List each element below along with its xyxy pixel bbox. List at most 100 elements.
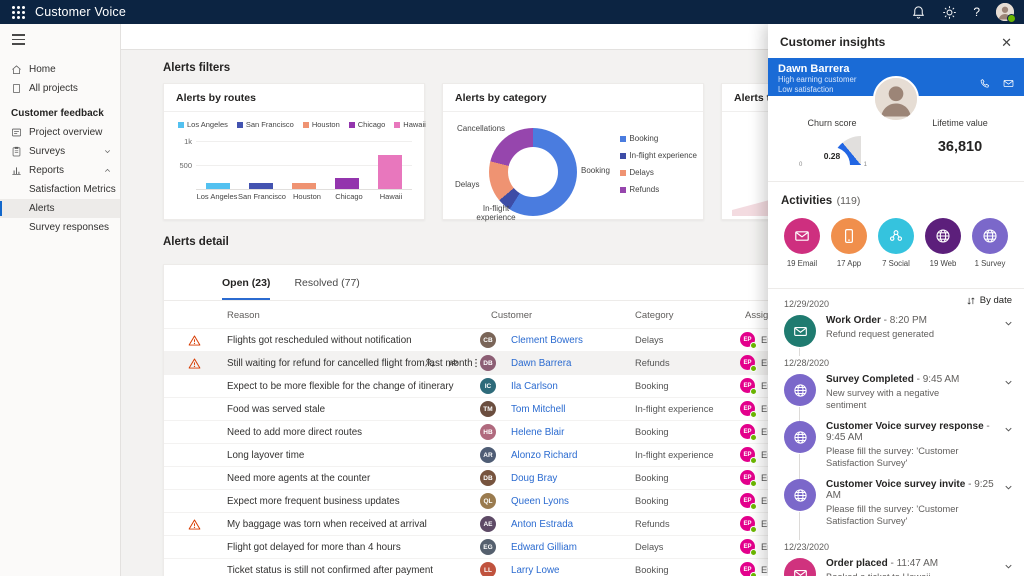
share-icon[interactable] bbox=[447, 357, 459, 369]
category-cell: In-flight experience bbox=[635, 450, 714, 460]
close-icon[interactable]: ✕ bbox=[1001, 36, 1012, 49]
customer-avatar: IC bbox=[480, 378, 496, 394]
customer-name-link[interactable]: Dawn Barrera bbox=[511, 358, 571, 369]
sidebar-item-alerts[interactable]: Alerts bbox=[0, 199, 120, 218]
bar-chart-legend: Los AngelesSan FranciscoHoustonChicagoHa… bbox=[164, 112, 424, 129]
chevron-down-icon[interactable] bbox=[1003, 318, 1014, 329]
tab-open-23-[interactable]: Open (23) bbox=[222, 277, 270, 300]
timeline-entry[interactable]: Customer Voice survey invite - 9:25 AM P… bbox=[768, 478, 1024, 536]
user-avatar[interactable] bbox=[996, 3, 1014, 21]
activity-19-email[interactable]: 19 Email bbox=[781, 218, 823, 268]
sidebar-item-label: Project overview bbox=[29, 127, 102, 138]
reason-cell: Flights got rescheduled without notifica… bbox=[227, 335, 412, 346]
reason-cell: Need to add more direct routes bbox=[227, 427, 362, 438]
help-icon[interactable]: ? bbox=[973, 5, 980, 19]
activity-17-app[interactable]: 17 App bbox=[828, 218, 870, 268]
app-launcher-waffle-icon[interactable] bbox=[12, 6, 25, 19]
hamburger-menu-icon[interactable] bbox=[0, 24, 120, 60]
sidebar-item-reports[interactable]: Reports bbox=[0, 161, 120, 180]
legend-item: Hawaii bbox=[394, 120, 426, 129]
customer-name-link[interactable]: Clement Bowers bbox=[511, 335, 583, 346]
timeline-entry-title: Order placed - 11:47 AM bbox=[826, 558, 1000, 569]
tab-resolved-77-[interactable]: Resolved (77) bbox=[294, 277, 359, 300]
sidebar-section-label: Customer feedback bbox=[0, 98, 120, 123]
email-envelope-icon[interactable] bbox=[1003, 78, 1014, 89]
customer-name-link[interactable]: Queen Lyons bbox=[511, 496, 569, 507]
customer-name-link[interactable]: Ila Carlson bbox=[511, 381, 558, 392]
y-tick: 1k bbox=[174, 137, 192, 146]
column-category: Category bbox=[635, 310, 674, 321]
churn-value: 0.28 bbox=[801, 151, 863, 161]
slice-label: Cancellations bbox=[457, 124, 505, 133]
timeline-entry-title: Customer Voice survey response - 9:45 AM bbox=[826, 421, 1000, 443]
assignee-avatar: EP bbox=[740, 447, 755, 462]
left-navigation: HomeAll projectsCustomer feedback Project… bbox=[0, 24, 121, 576]
slice-label: Delays bbox=[455, 180, 479, 189]
customer-name-link[interactable]: Helene Blair bbox=[511, 427, 564, 438]
bar bbox=[378, 155, 402, 189]
warning-icon bbox=[188, 334, 201, 347]
timeline-entry[interactable]: Work Order - 8:20 PM Refund request gene… bbox=[768, 314, 1024, 352]
activity-7-social[interactable]: 7 Social bbox=[875, 218, 917, 268]
reason-cell: Expect to be more flexible for the chang… bbox=[227, 381, 454, 392]
legend-item: San Francisco bbox=[237, 120, 294, 129]
activity-label: 19 Email bbox=[781, 259, 823, 268]
globe-icon bbox=[982, 228, 998, 244]
doc-icon bbox=[11, 83, 22, 94]
category-cell: Booking bbox=[635, 473, 669, 483]
sidebar-item-all-projects[interactable]: All projects bbox=[0, 79, 120, 98]
chevron-down-icon[interactable] bbox=[1003, 561, 1014, 572]
customer-name-link[interactable]: Edward Gilliam bbox=[511, 542, 577, 553]
globe-icon bbox=[784, 421, 816, 453]
reason-cell: Need more agents at the counter bbox=[227, 473, 370, 484]
chevron-down-icon[interactable] bbox=[1003, 482, 1014, 493]
sort-by-date-control[interactable]: By date bbox=[966, 295, 1012, 306]
assign-person-icon[interactable] bbox=[424, 357, 436, 369]
customer-name-link[interactable]: Anton Estrada bbox=[511, 519, 573, 530]
activity-label: 7 Social bbox=[875, 259, 917, 268]
customer-insights-panel: Customer insights ✕ Dawn Barrera High ea… bbox=[768, 24, 1024, 576]
legend-item: Booking bbox=[620, 134, 697, 143]
activities-section: Activities (119) 19 Email 17 App 7 Socia… bbox=[768, 182, 1024, 275]
notifications-bell-icon[interactable] bbox=[911, 5, 926, 20]
bar bbox=[206, 183, 230, 189]
activities-title: Activities bbox=[781, 195, 832, 207]
sidebar-item-survey-responses[interactable]: Survey responses bbox=[0, 218, 120, 237]
assignee-avatar: EP bbox=[740, 493, 755, 508]
gauge-max: 1 bbox=[864, 162, 867, 168]
activity-1-survey[interactable]: 1 Survey bbox=[969, 218, 1011, 268]
envelope-icon bbox=[784, 558, 816, 576]
category-cell: Booking bbox=[635, 427, 669, 437]
customer-name-link[interactable]: Tom Mitchell bbox=[511, 404, 565, 415]
envelope-icon bbox=[794, 228, 810, 244]
churn-score-label: Churn score bbox=[768, 118, 896, 128]
activity-19-web[interactable]: 19 Web bbox=[922, 218, 964, 268]
customer-name-link[interactable]: Alonzo Richard bbox=[511, 450, 577, 461]
bar bbox=[292, 183, 316, 189]
card-alerts-by-category: Alerts by category Booking In-flight exp… bbox=[442, 83, 704, 220]
sidebar-item-label: Surveys bbox=[29, 146, 65, 157]
customer-name-link[interactable]: Larry Lowe bbox=[511, 565, 559, 576]
sidebar-item-satisfaction-metrics[interactable]: Satisfaction Metrics bbox=[0, 180, 120, 199]
bar-column bbox=[369, 141, 412, 189]
settings-gear-icon[interactable] bbox=[942, 5, 957, 20]
customer-avatar: HB bbox=[480, 424, 496, 440]
timeline-entry[interactable]: Survey Completed - 9:45 AM New survey wi… bbox=[768, 373, 1024, 420]
chevron-down-icon[interactable] bbox=[1003, 424, 1014, 435]
timeline-entry[interactable]: Customer Voice survey response - 9:45 AM… bbox=[768, 420, 1024, 478]
reason-cell: My baggage was torn when received at arr… bbox=[227, 519, 427, 530]
category-cell: Delays bbox=[635, 335, 663, 345]
assignee-avatar: EP bbox=[740, 539, 755, 554]
sidebar-item-home[interactable]: Home bbox=[0, 60, 120, 79]
sidebar-item-surveys[interactable]: Surveys bbox=[0, 142, 120, 161]
category-cell: Booking bbox=[635, 565, 669, 575]
sidebar-item-project-overview[interactable]: Project overview bbox=[0, 123, 120, 142]
call-phone-icon[interactable] bbox=[979, 78, 990, 89]
timeline-entry-title: Survey Completed - 9:45 AM bbox=[826, 374, 1000, 385]
customer-name-link[interactable]: Doug Bray bbox=[511, 473, 557, 484]
timeline-entry[interactable]: Order placed - 11:47 AM Booked a ticket … bbox=[768, 557, 1024, 576]
timeline-entry-title: Work Order - 8:20 PM bbox=[826, 315, 1000, 326]
category-cell: Refunds bbox=[635, 519, 670, 529]
activity-label: 19 Web bbox=[922, 259, 964, 268]
chevron-down-icon[interactable] bbox=[1003, 377, 1014, 388]
